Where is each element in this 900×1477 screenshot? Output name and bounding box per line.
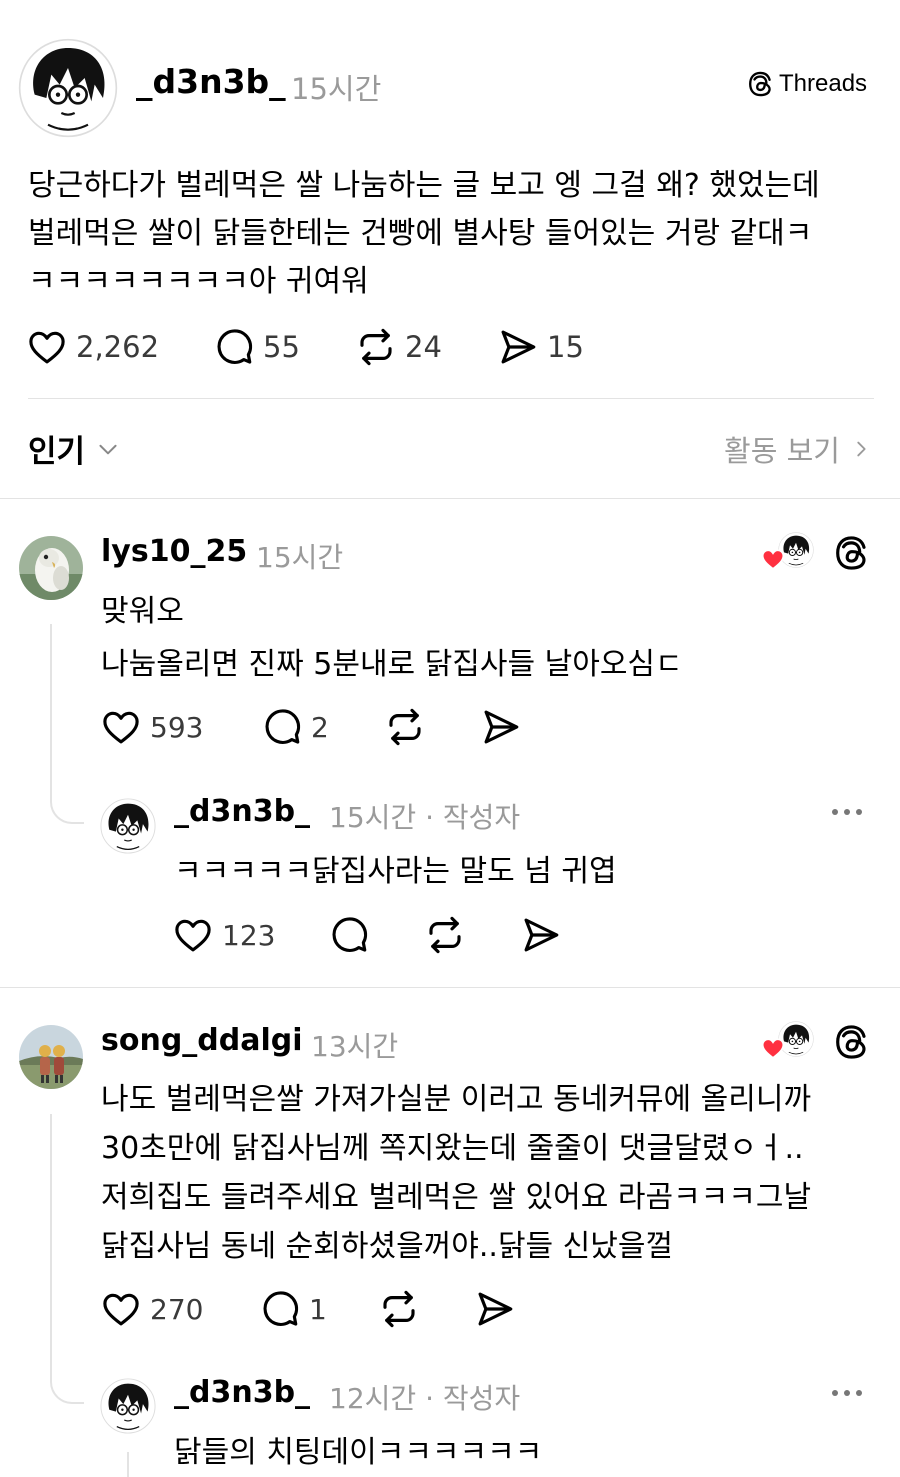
commenter-username[interactable]: song_ddalgi xyxy=(101,1023,303,1058)
commenter-avatar[interactable] xyxy=(19,1025,83,1089)
like-button[interactable]: 593 xyxy=(100,706,203,748)
like-count: 593 xyxy=(150,710,204,744)
share-icon xyxy=(520,914,562,956)
thread-curve xyxy=(50,770,84,824)
threads-logo-icon[interactable] xyxy=(832,534,870,572)
repost-icon xyxy=(378,1288,420,1330)
reply-button[interactable] xyxy=(328,914,370,956)
commenter-avatar[interactable] xyxy=(19,536,83,600)
repost-button[interactable] xyxy=(424,914,466,956)
repost-button[interactable] xyxy=(378,1288,420,1330)
thread-line xyxy=(50,624,52,774)
comment-text-line-2: 30초만에 닭집사님께 쪽지왔는데 줄줄이 댓글달렸ㅇㅓ.. xyxy=(101,1131,804,1166)
reply-username[interactable]: _d3n3b_ xyxy=(174,1375,310,1410)
heart-icon xyxy=(100,1288,142,1330)
reply-count: 55 xyxy=(263,330,300,364)
chevron-down-icon xyxy=(99,444,117,454)
more-button[interactable] xyxy=(832,800,872,824)
heart-filled-icon xyxy=(761,1038,785,1059)
heart-icon xyxy=(100,706,142,748)
comment-icon xyxy=(261,706,303,748)
liked-by-author-indicator xyxy=(760,1021,814,1065)
like-button[interactable]: 270 xyxy=(100,1288,203,1330)
reply-time: 15시간 · 작성자 xyxy=(329,801,521,834)
sort-label: 인기 xyxy=(28,434,86,470)
commenter-username[interactable]: lys10_25 xyxy=(101,534,247,569)
like-count: 123 xyxy=(222,918,276,952)
comment-text-line-3: 저희집도 들려주세요 벌레먹은 쌀 있어요 라곰ㅋㅋㅋ그날 xyxy=(101,1180,812,1215)
more-icon xyxy=(832,809,862,815)
like-count: 270 xyxy=(150,1292,204,1326)
thread-line xyxy=(50,1114,52,1354)
thread-curve xyxy=(50,1350,84,1404)
share-icon xyxy=(480,706,522,748)
share-button[interactable] xyxy=(474,1288,516,1330)
reply-button[interactable]: 55 xyxy=(213,326,300,368)
post-text-line-2: 벌레먹은 쌀이 닭들한테는 건빵에 별사탕 들어있는 거랑 같대ㅋ xyxy=(28,216,813,251)
comment-text-line-1: 맞워오 xyxy=(101,594,184,629)
repost-icon xyxy=(384,706,426,748)
threads-logo-icon[interactable] xyxy=(832,1023,870,1061)
author-tag: · 작성자 xyxy=(425,801,521,834)
reply-text: 닭들의 치팅데이ㅋㅋㅋㅋㅋㅋ xyxy=(174,1435,543,1470)
repost-icon xyxy=(424,914,466,956)
heart-icon xyxy=(172,914,214,956)
comment-text-line-1: 나도 벌레먹은쌀 가져가실분 이러고 동네커뮤에 올리니까 xyxy=(101,1082,812,1117)
comment-icon xyxy=(328,914,370,956)
thread-line xyxy=(127,1452,129,1477)
like-button[interactable]: 2,262 xyxy=(26,326,159,368)
heart-filled-icon xyxy=(761,549,785,570)
comment-text-line-4: 닭집사님 동네 순회하셨을꺼야..닭들 신났을껄 xyxy=(101,1229,674,1264)
share-button[interactable]: 15 xyxy=(497,326,584,368)
comment-divider xyxy=(0,987,900,988)
post-text-line-1: 당근하다가 벌레먹은 쌀 나눔하는 글 보고 엥 그걸 왜? 했었는데 xyxy=(28,168,820,203)
post-time: 15시간 xyxy=(291,72,382,106)
liked-by-author-indicator xyxy=(760,532,814,576)
share-icon xyxy=(474,1288,516,1330)
post-username[interactable]: _d3n3b_ xyxy=(136,62,286,101)
repost-count: 24 xyxy=(405,330,442,364)
comment-text-line-2: 나눔올리면 진짜 5분내로 닭집사들 날아오심ㄷ xyxy=(101,647,683,682)
view-activity-link[interactable]: 활동 보기 xyxy=(724,428,872,470)
comment-icon xyxy=(259,1288,301,1330)
post-divider xyxy=(28,398,874,399)
reply-button[interactable]: 2 xyxy=(261,706,329,748)
share-button[interactable] xyxy=(480,706,522,748)
more-button[interactable] xyxy=(832,1381,872,1405)
share-button[interactable] xyxy=(520,914,562,956)
share-icon xyxy=(497,326,539,368)
sort-dropdown[interactable]: 인기 xyxy=(28,426,121,471)
comment-time: 15시간 xyxy=(256,541,344,574)
reply-text: ㅋㅋㅋㅋㅋ닭집사라는 말도 넘 귀엽 xyxy=(174,854,617,889)
threads-brand-label: Threads xyxy=(779,70,868,97)
repost-button[interactable] xyxy=(384,706,426,748)
post-text-line-3: ㅋㅋㅋㅋㅋㅋㅋㅋ아 귀여워 xyxy=(28,264,369,299)
threads-brand[interactable]: Threads xyxy=(746,70,867,98)
reply-button[interactable]: 1 xyxy=(259,1288,327,1330)
repost-button[interactable]: 24 xyxy=(355,326,442,368)
heart-icon xyxy=(26,326,68,368)
reply-count: 2 xyxy=(311,710,329,744)
reply-time: 12시간 · 작성자 xyxy=(329,1382,521,1415)
repost-icon xyxy=(355,326,397,368)
share-count: 15 xyxy=(547,330,584,364)
view-activity-label: 활동 보기 xyxy=(724,434,840,468)
reply-username[interactable]: _d3n3b_ xyxy=(174,794,310,829)
like-count: 2,262 xyxy=(76,330,160,364)
comment-time: 13시간 xyxy=(311,1030,399,1063)
author-avatar[interactable] xyxy=(18,38,118,138)
chevron-right-icon xyxy=(857,441,866,457)
reply-count: 1 xyxy=(309,1292,327,1326)
section-divider xyxy=(0,498,900,499)
author-avatar[interactable] xyxy=(100,798,156,854)
like-button[interactable]: 123 xyxy=(172,914,275,956)
author-avatar[interactable] xyxy=(100,1378,156,1434)
threads-logo-icon xyxy=(746,70,774,98)
author-tag: · 작성자 xyxy=(425,1382,521,1415)
more-icon xyxy=(832,1390,862,1396)
comment-icon xyxy=(213,326,255,368)
